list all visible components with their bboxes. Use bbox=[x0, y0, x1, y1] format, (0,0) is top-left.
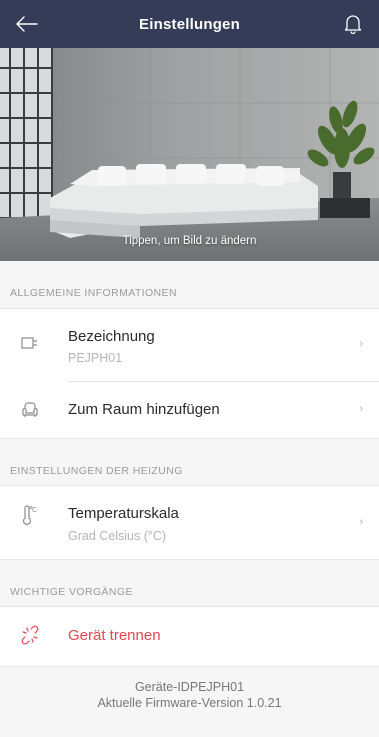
chevron-right-icon: › bbox=[359, 516, 363, 528]
section-heating-settings: EINSTELLUNGEN DER HEIZUNG bbox=[0, 438, 379, 486]
disconnect-device-row[interactable]: Gerät trennen bbox=[0, 607, 379, 666]
section-title: WICHTIGE VORGÄNGE bbox=[10, 586, 133, 598]
svg-text:C: C bbox=[32, 507, 37, 514]
page-title: Einstellungen bbox=[139, 15, 240, 33]
row-value: Grad Celsius (°C) bbox=[68, 529, 167, 543]
chevron-right-icon: › bbox=[359, 403, 363, 415]
change-image-caption: Tippen, um Bild zu ändern bbox=[122, 235, 257, 247]
section-important-actions: WICHTIGE VORGÄNGE bbox=[0, 559, 379, 607]
disconnect-label: Gerät trennen bbox=[68, 627, 161, 644]
plug-icon bbox=[20, 333, 40, 353]
add-to-room-row[interactable]: Zum Raum hinzufügen › bbox=[0, 382, 379, 438]
bell-icon[interactable] bbox=[341, 12, 365, 36]
row-label: Bezeichnung bbox=[68, 328, 155, 345]
row-value: PEJPH01 bbox=[68, 351, 123, 365]
living-room-photo bbox=[0, 48, 379, 261]
chevron-right-icon: › bbox=[359, 338, 363, 350]
room-image[interactable]: Tippen, um Bild zu ändern bbox=[0, 48, 379, 261]
row-label: Temperaturskala bbox=[68, 505, 179, 522]
firmware-version-text: Aktuelle Firmware-Version 1.0.21 bbox=[97, 696, 282, 710]
section-title: EINSTELLUNGEN DER HEIZUNG bbox=[10, 465, 183, 477]
section-general-info: ALLGEMEINE INFORMATIONEN bbox=[0, 261, 379, 309]
app-header: Einstellungen bbox=[0, 0, 379, 48]
device-info-footer: Geräte-IDPEJPH01 Aktuelle Firmware-Versi… bbox=[0, 666, 379, 737]
thermometer-celsius-icon: C bbox=[20, 505, 40, 526]
broken-link-icon bbox=[20, 625, 40, 645]
temperature-scale-row[interactable]: C Temperaturskala Grad Celsius (°C) › bbox=[0, 486, 379, 559]
device-id-text: Geräte-IDPEJPH01 bbox=[134, 680, 245, 694]
arrow-left-icon[interactable] bbox=[14, 12, 40, 36]
name-row[interactable]: Bezeichnung PEJPH01 › bbox=[0, 309, 379, 381]
row-label: Zum Raum hinzufügen bbox=[68, 401, 220, 418]
section-title: ALLGEMEINE INFORMATIONEN bbox=[10, 287, 177, 299]
armchair-icon bbox=[20, 400, 40, 420]
